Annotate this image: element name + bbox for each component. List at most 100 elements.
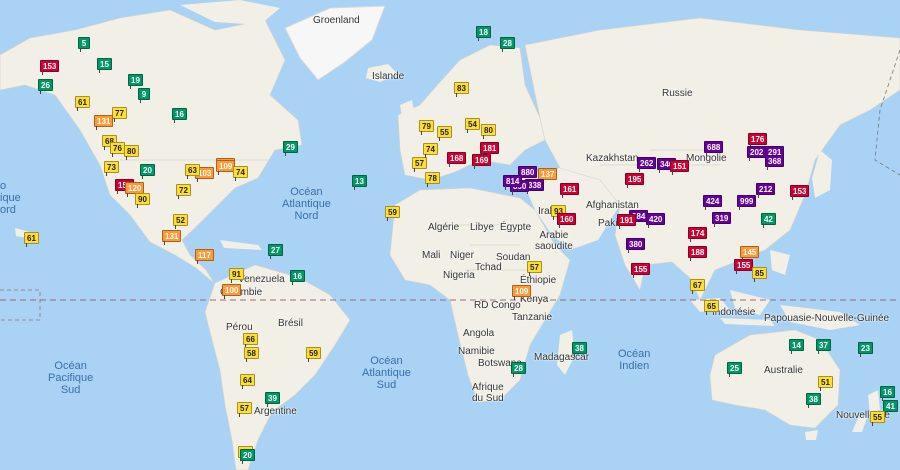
aqi-marker[interactable]: 27 (268, 244, 283, 259)
label-tanzanie: Tanzanie (512, 312, 553, 323)
aqi-marker[interactable]: 74 (423, 143, 438, 158)
aqi-marker[interactable]: 19 (128, 74, 143, 89)
aqi-marker[interactable]: 420 (646, 213, 666, 228)
aqi-marker[interactable]: 91 (229, 268, 244, 283)
aqi-marker[interactable]: 319 (712, 212, 732, 227)
aqi-marker[interactable]: 131 (94, 115, 114, 130)
aqi-marker[interactable]: 61 (24, 232, 39, 247)
aqi-marker[interactable]: 145 (740, 246, 760, 261)
aqi-marker[interactable]: 42 (761, 213, 776, 228)
aqi-marker[interactable]: 13 (352, 175, 367, 190)
aqi-marker[interactable]: 155 (631, 263, 651, 278)
aqi-marker[interactable]: 131 (162, 230, 182, 245)
aqi-marker[interactable]: 77 (112, 107, 127, 122)
label-namibie: Namibie (458, 346, 495, 357)
aqi-marker[interactable]: 63 (185, 164, 200, 179)
aqi-marker[interactable]: 161 (560, 183, 580, 198)
air-quality-world-map[interactable]: Groenland Islande Russie Kazakhstan Mong… (0, 0, 900, 470)
aqi-marker[interactable]: 23 (858, 342, 873, 357)
aqi-marker[interactable]: 424 (703, 195, 723, 210)
label-ocean-indien: Océan Indien (618, 348, 651, 372)
aqi-marker[interactable]: 20 (240, 449, 255, 464)
aqi-marker[interactable]: 153 (790, 185, 810, 200)
aqi-marker[interactable]: 181 (480, 142, 500, 157)
label-argentine: Argentine (254, 406, 297, 417)
aqi-marker[interactable]: 29 (283, 141, 298, 156)
aqi-marker[interactable]: 76 (110, 142, 125, 157)
aqi-marker[interactable]: 688 (704, 141, 724, 156)
aqi-marker[interactable]: 54 (465, 118, 480, 133)
aqi-marker[interactable]: 39 (265, 392, 280, 407)
aqi-marker[interactable]: 66 (243, 333, 258, 348)
label-rdcongo: RD Congo (474, 300, 521, 311)
aqi-marker[interactable]: 25 (727, 362, 742, 377)
aqi-marker[interactable]: 90 (135, 193, 150, 208)
aqi-marker[interactable]: 999 (737, 195, 757, 210)
aqi-marker[interactable]: 176 (748, 133, 768, 148)
aqi-marker[interactable]: 37 (816, 339, 831, 354)
aqi-marker[interactable]: 65 (704, 300, 719, 315)
aqi-marker[interactable]: 55 (870, 411, 885, 426)
aqi-marker[interactable]: 368 (765, 155, 785, 170)
aqi-marker[interactable]: 41 (883, 400, 898, 415)
aqi-marker[interactable]: 79 (419, 120, 434, 135)
label-bresil: Brésil (278, 318, 304, 329)
aqi-marker[interactable]: 16 (290, 270, 305, 285)
aqi-marker[interactable]: 57 (412, 157, 427, 172)
aqi-marker[interactable]: 61 (75, 96, 90, 111)
aqi-marker[interactable]: 83 (454, 82, 469, 97)
aqi-marker[interactable]: 57 (237, 402, 252, 417)
aqi-marker[interactable]: 80 (481, 124, 496, 139)
aqi-marker[interactable]: 151 (670, 160, 690, 175)
label-tchad: Tchad (475, 262, 502, 273)
aqi-marker[interactable]: 155 (734, 259, 754, 274)
aqi-marker[interactable]: 52 (173, 214, 188, 229)
aqi-marker[interactable]: 59 (306, 347, 321, 362)
aqi-marker[interactable]: 67 (690, 279, 705, 294)
aqi-marker[interactable]: 38 (572, 342, 587, 357)
aqi-marker[interactable]: 160 (557, 213, 577, 228)
aqi-marker[interactable]: 85 (752, 267, 767, 282)
aqi-marker[interactable]: 814 (503, 175, 523, 190)
aqi-marker[interactable]: 64 (240, 374, 255, 389)
aqi-marker[interactable]: 59 (385, 206, 400, 221)
aqi-marker[interactable]: 380 (626, 238, 646, 253)
aqi-marker[interactable]: 58 (244, 347, 259, 362)
aqi-marker[interactable]: 109 (512, 285, 532, 300)
aqi-marker[interactable]: 26 (38, 79, 53, 94)
aqi-marker[interactable]: 191 (617, 214, 637, 229)
aqi-marker[interactable]: 20 (140, 164, 155, 179)
aqi-marker[interactable]: 100 (222, 284, 242, 299)
aqi-marker[interactable]: 78 (425, 172, 440, 187)
aqi-marker[interactable]: 72 (176, 184, 191, 199)
aqi-marker[interactable]: 212 (756, 183, 776, 198)
aqi-marker[interactable]: 51 (818, 376, 833, 391)
aqi-marker[interactable]: 14 (789, 339, 804, 354)
aqi-marker[interactable]: 38 (806, 393, 821, 408)
aqi-marker[interactable]: 188 (688, 246, 708, 261)
aqi-marker[interactable]: 117 (195, 249, 214, 264)
aqi-marker[interactable]: 80 (124, 145, 139, 160)
aqi-marker[interactable]: 55 (437, 126, 452, 141)
aqi-marker[interactable]: 153 (40, 60, 60, 75)
aqi-marker[interactable]: 57 (527, 261, 542, 276)
aqi-marker[interactable]: 16 (880, 386, 895, 401)
aqi-marker[interactable]: 28 (511, 362, 526, 377)
aqi-marker[interactable]: 15 (97, 58, 112, 73)
aqi-marker[interactable]: 168 (447, 152, 467, 167)
label-ocean-atlantique-sud: Océan Atlantique Sud (362, 355, 411, 391)
aqi-marker[interactable]: 5 (78, 37, 90, 52)
label-ocean-atlantique-nord: Océan Atlantique Nord (282, 186, 331, 222)
aqi-marker[interactable]: 202 (747, 146, 767, 161)
aqi-marker[interactable]: 9 (138, 88, 150, 103)
aqi-marker[interactable]: 18 (476, 26, 491, 41)
label-perou: Pérou (226, 322, 253, 333)
label-islande: Islande (372, 71, 405, 82)
aqi-marker[interactable]: 195 (625, 173, 645, 188)
aqi-marker[interactable]: 73 (104, 161, 119, 176)
aqi-marker[interactable]: 74 (233, 166, 248, 181)
aqi-marker[interactable]: 262 (637, 157, 657, 172)
aqi-marker[interactable]: 28 (500, 37, 515, 52)
aqi-marker[interactable]: 174 (688, 227, 708, 242)
aqi-marker[interactable]: 16 (172, 108, 187, 123)
